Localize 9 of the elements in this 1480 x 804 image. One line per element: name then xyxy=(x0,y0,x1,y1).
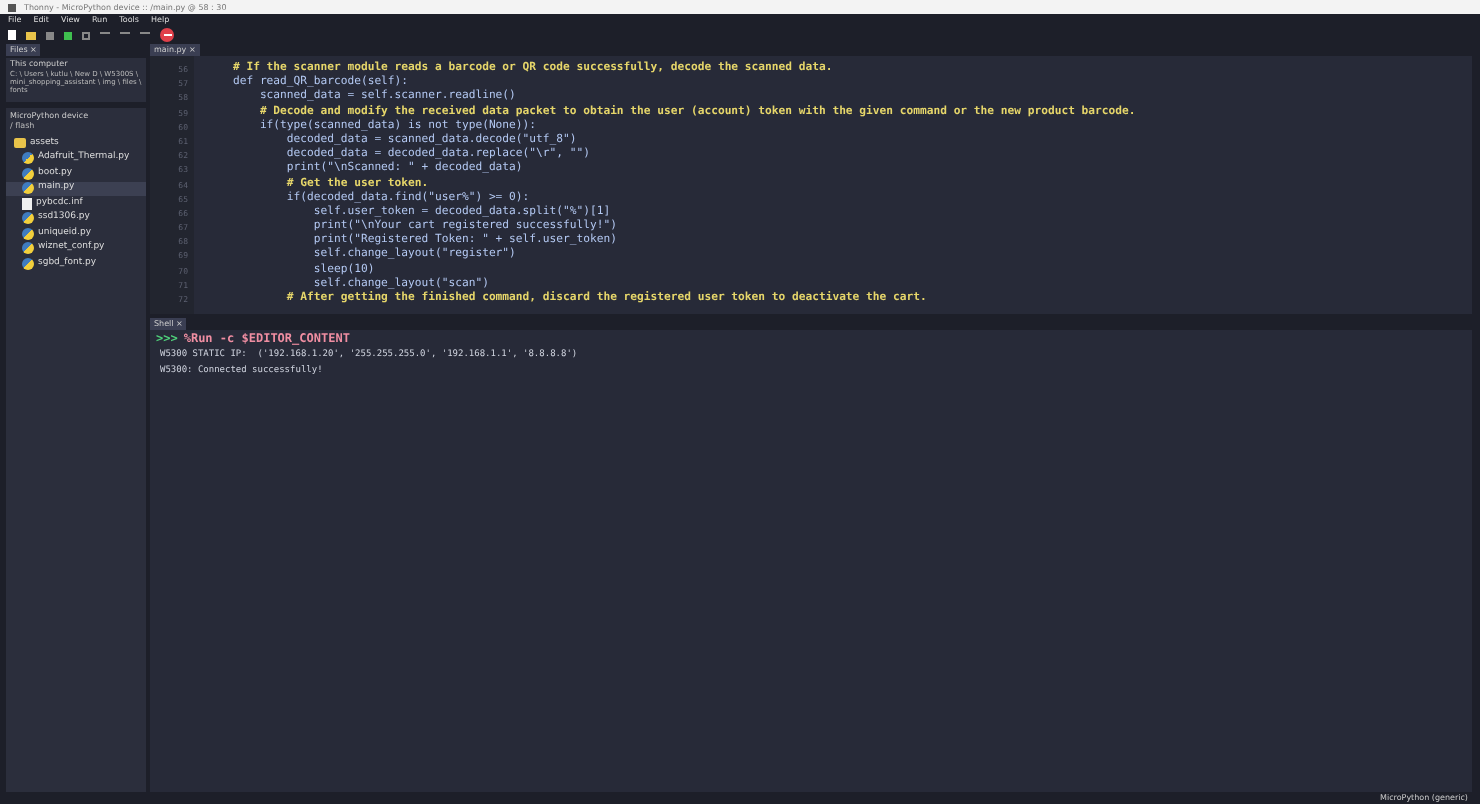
code-editor[interactable] xyxy=(150,56,1472,314)
save-icon[interactable] xyxy=(46,31,54,39)
debug-icon[interactable] xyxy=(82,31,90,39)
run-icon[interactable] xyxy=(64,31,72,39)
folder-icon xyxy=(14,138,26,149)
folder-icon[interactable] xyxy=(26,31,36,39)
app-icon xyxy=(8,3,16,11)
file-icon xyxy=(22,197,32,210)
stop-icon[interactable] xyxy=(160,28,174,42)
